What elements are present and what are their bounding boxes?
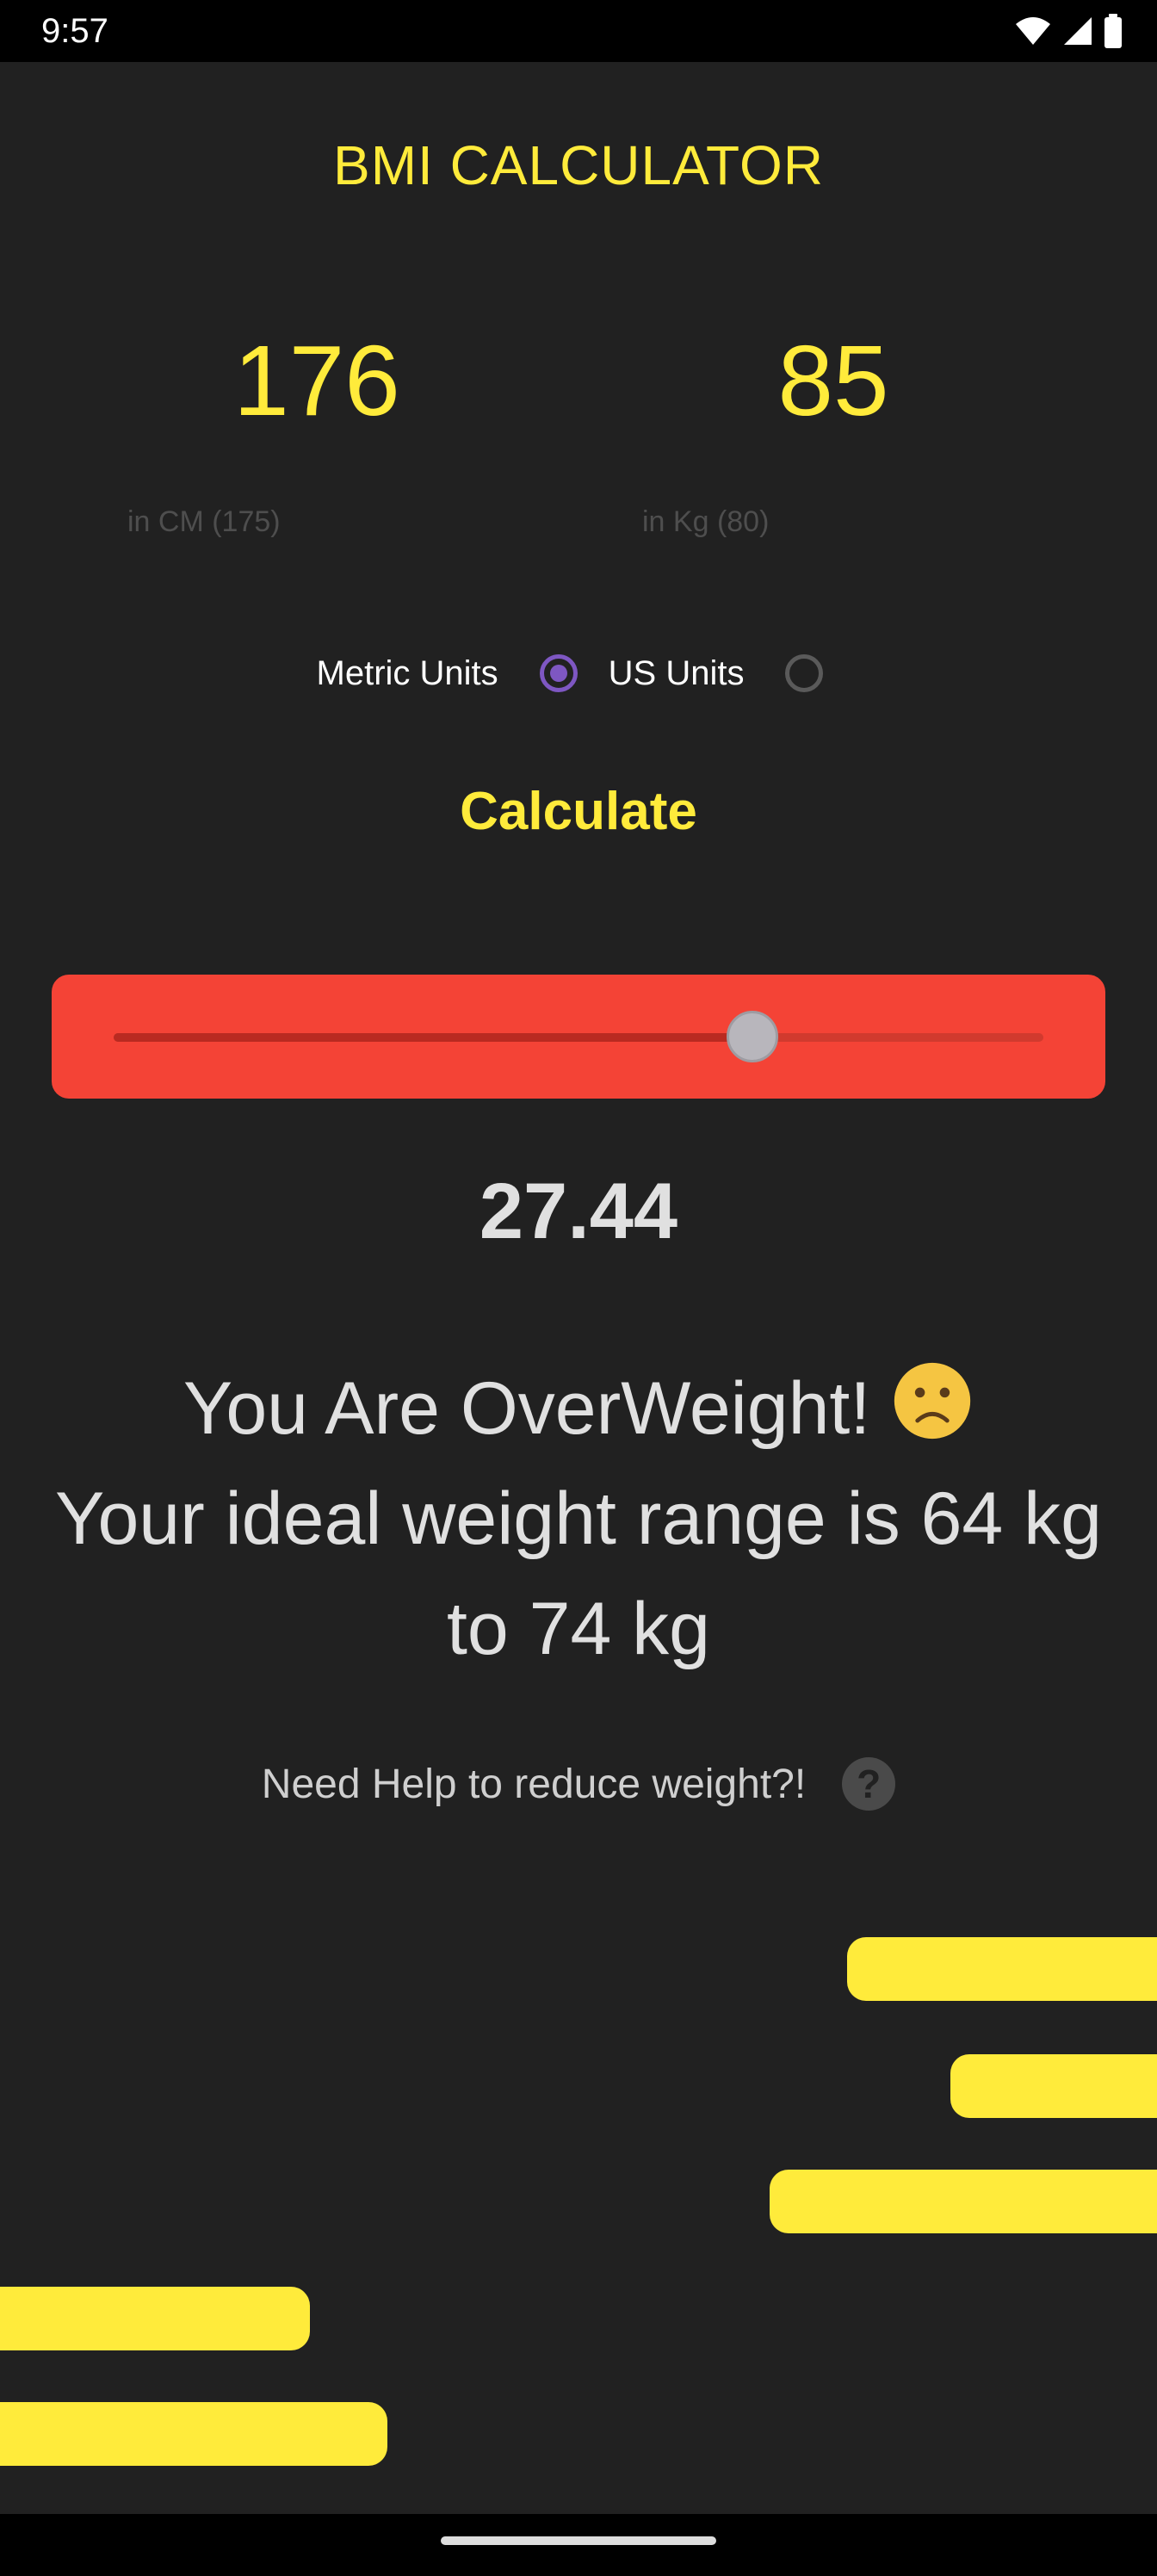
weight-hint: in Kg (80) <box>642 505 770 538</box>
navigation-bar <box>0 2514 1157 2576</box>
home-gesture-handle[interactable] <box>441 2536 716 2545</box>
status-icons <box>1014 14 1123 48</box>
result-status: You Are OverWeight! <box>183 1367 871 1450</box>
metric-units-radio[interactable] <box>539 654 578 692</box>
ideal-range-line-1: Your ideal weight range is 64 kg <box>55 1477 1102 1560</box>
help-row: Need Help to reduce weight?! ? <box>0 1749 1157 1818</box>
bmi-slider-panel <box>52 975 1105 1099</box>
us-units-radio[interactable] <box>785 654 824 692</box>
question-mark-icon[interactable]: ? <box>842 1757 896 1811</box>
unit-selector: Metric Units US Units <box>0 630 1157 716</box>
battery-icon <box>1104 14 1122 48</box>
decorative-bar <box>950 2054 1157 2118</box>
decorative-bar <box>770 2170 1157 2233</box>
page-title: BMI CALCULATOR <box>333 134 824 196</box>
status-time: 9:57 <box>41 12 108 50</box>
cellular-signal-icon <box>1064 17 1092 45</box>
wifi-icon <box>1016 17 1050 45</box>
help-text[interactable]: Need Help to reduce weight?! <box>262 1761 806 1808</box>
us-units-label[interactable]: US Units <box>609 654 745 693</box>
bmi-slider-track[interactable] <box>114 1011 1043 1062</box>
status-bar: 9:57 <box>0 0 1157 62</box>
ideal-range-line-2: to 74 kg <box>447 1588 710 1670</box>
bmi-slider-fill <box>114 1033 752 1042</box>
metric-units-label[interactable]: Metric Units <box>317 654 498 693</box>
decorative-bar <box>847 1937 1157 2001</box>
height-hint: in CM (175) <box>127 505 281 538</box>
decorative-bar <box>0 2287 310 2350</box>
calculate-button[interactable]: Calculate <box>406 768 751 854</box>
bmi-slider-thumb[interactable] <box>726 1011 778 1062</box>
bmi-calculator-screen: BMI CALCULATOR 176 85 in CM (175) in Kg … <box>0 62 1157 2514</box>
weight-input[interactable]: 85 <box>704 320 962 441</box>
result-status-line: You Are OverWeight! <box>17 1353 1140 1464</box>
result-text: You Are OverWeight! Your ideal weight ra… <box>17 1353 1140 1684</box>
decorative-bar <box>0 2402 387 2466</box>
bmi-value: 27.44 <box>479 1167 678 1255</box>
height-input[interactable]: 176 <box>188 320 446 441</box>
sad-face-emoji-icon <box>894 1362 971 1440</box>
